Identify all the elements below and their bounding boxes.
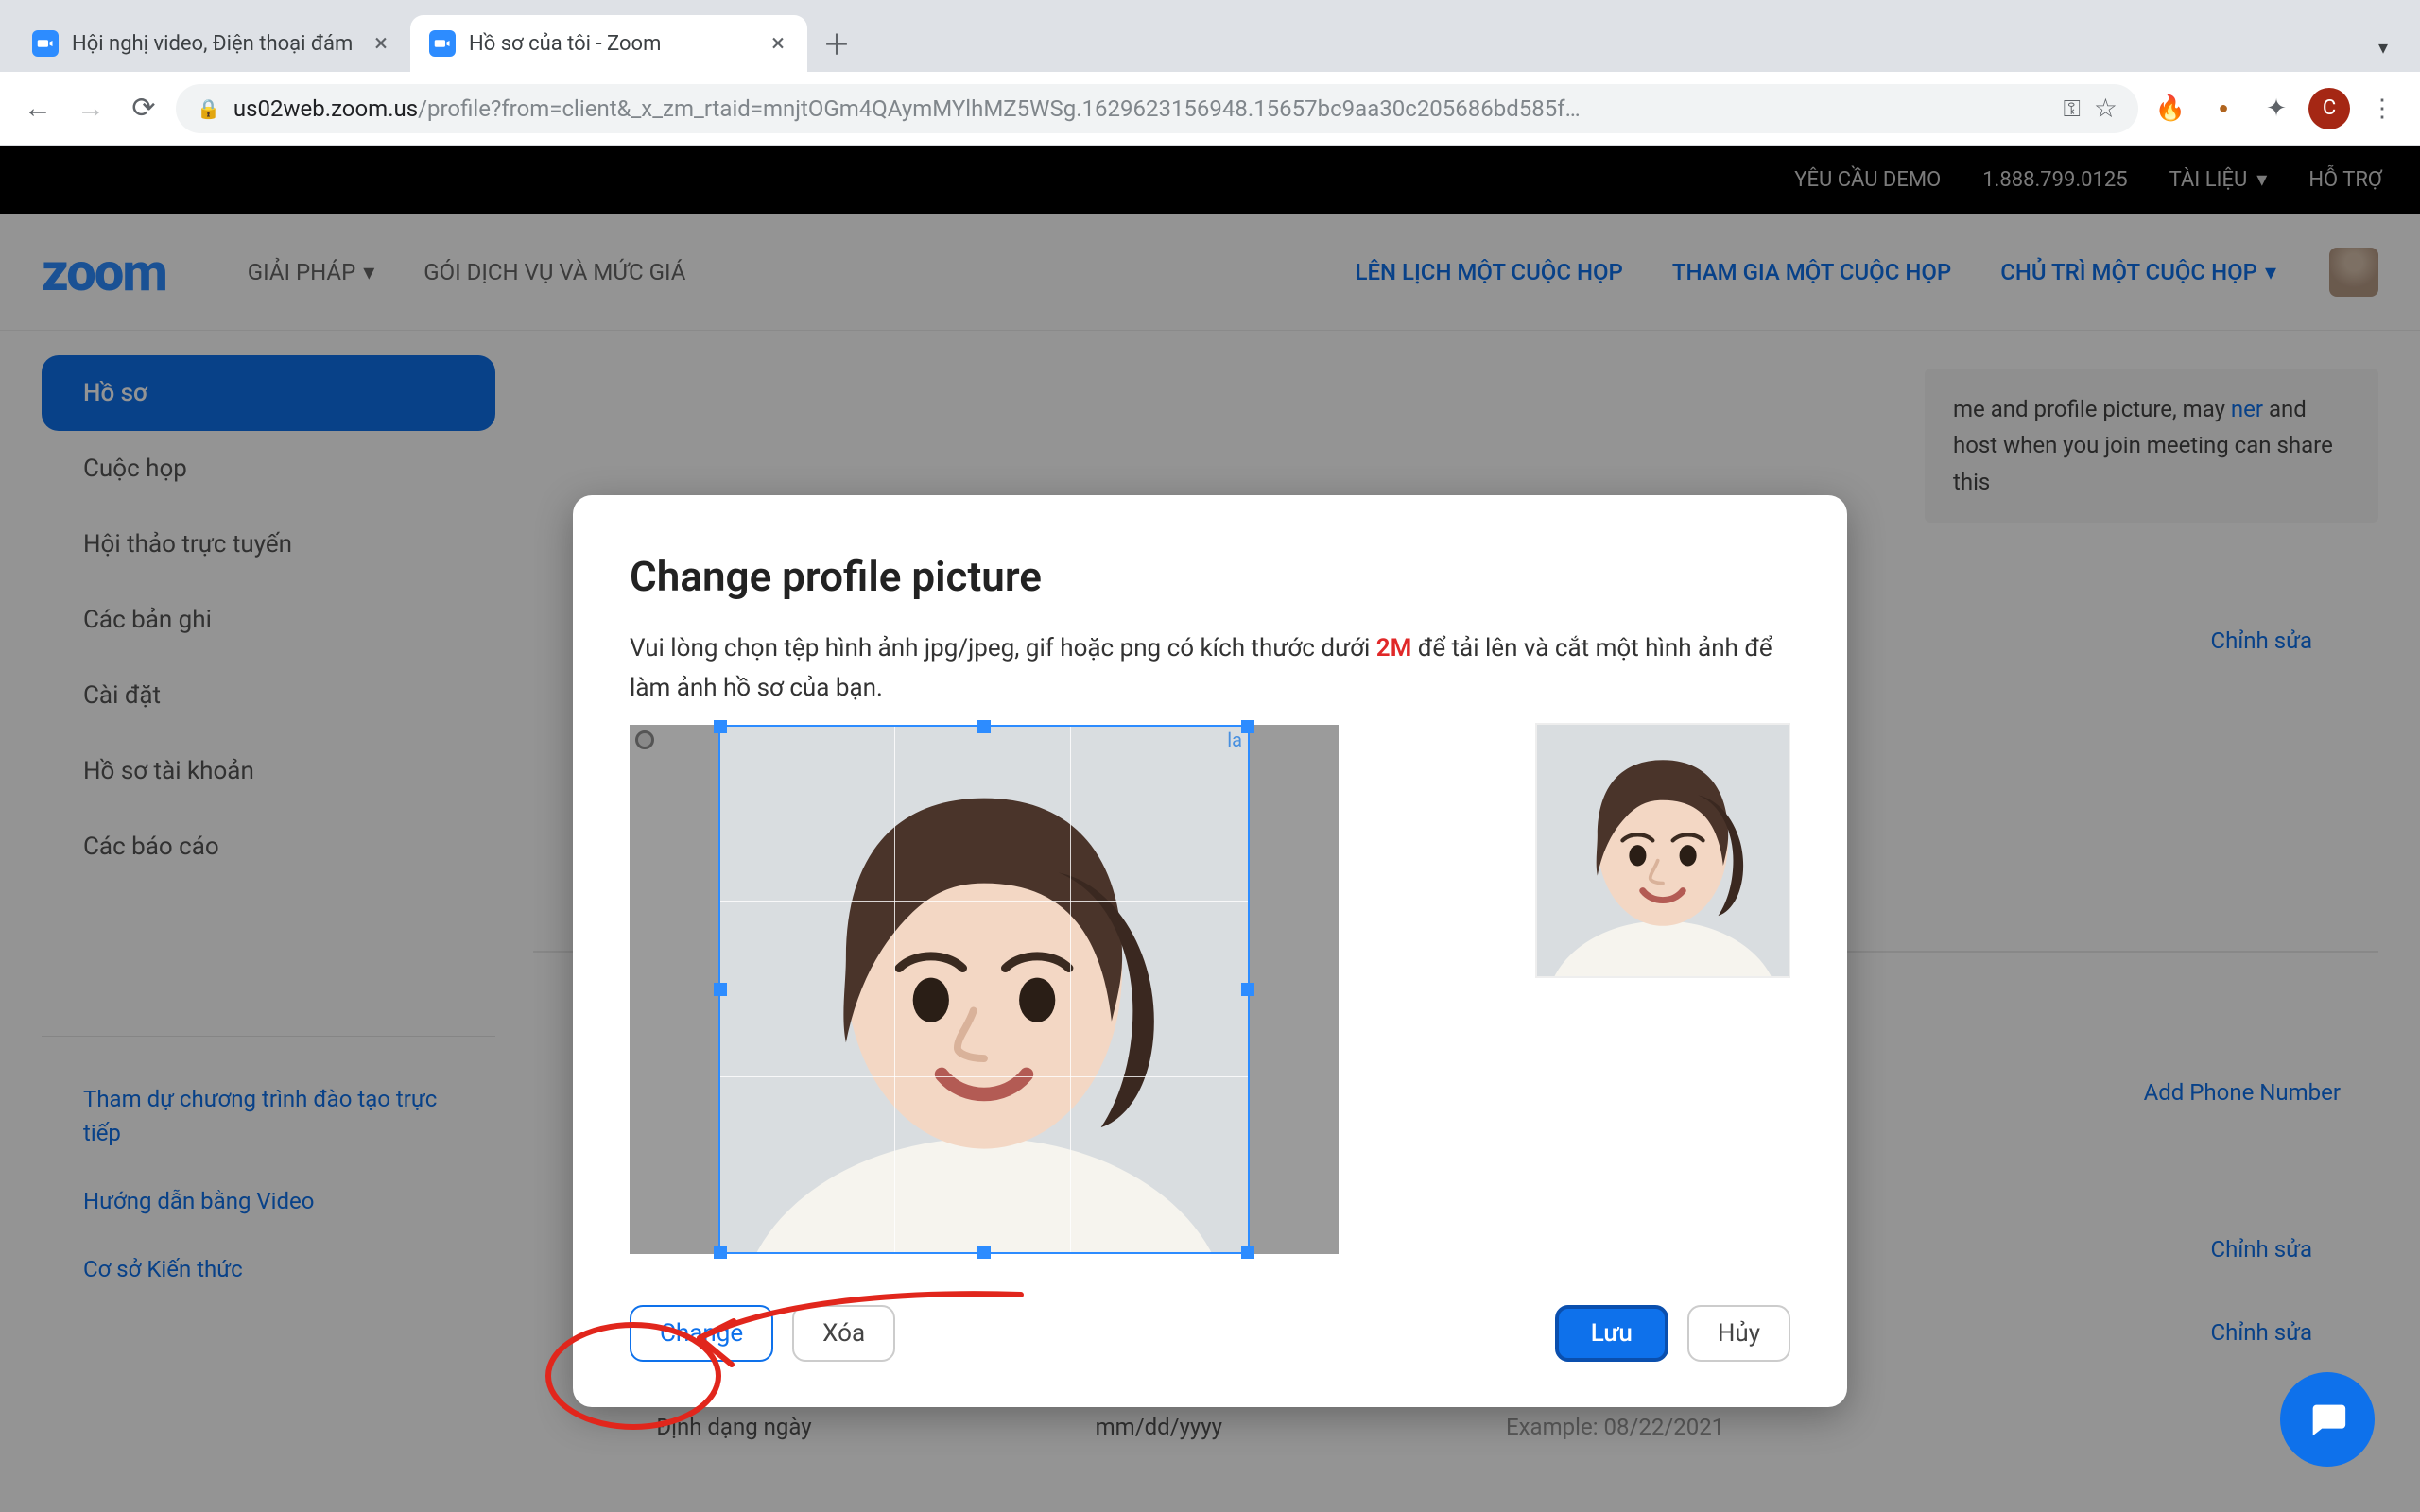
star-icon[interactable]: ☆ <box>2094 93 2118 124</box>
url-path: /profile?from=client&_x_zm_rtaid=mnjtOGm… <box>418 95 1580 122</box>
browser-tab-1[interactable]: Hồ sơ của tôi - Zoom × <box>410 15 807 72</box>
browser-tabbar: Hội nghị video, Điện thoại đám × Hồ sơ c… <box>0 0 2420 72</box>
browser-addressbar: ← → ⟳ 🔒 us02web.zoom.us/profile?from=cli… <box>0 72 2420 146</box>
crop-handle[interactable] <box>1241 1246 1254 1259</box>
change-button[interactable]: Change <box>630 1305 773 1362</box>
crop-handle[interactable] <box>1241 720 1254 733</box>
profile-avatar[interactable]: C <box>2308 88 2350 129</box>
modal-title: Change profile picture <box>630 552 1790 601</box>
crop-handle[interactable] <box>714 1246 727 1259</box>
key-icon[interactable]: ⚿ <box>2064 95 2081 122</box>
crop-handle[interactable] <box>714 983 727 996</box>
browser-tab-0[interactable]: Hội nghị video, Điện thoại đám × <box>13 15 410 72</box>
close-icon[interactable]: × <box>371 29 391 58</box>
chat-fab[interactable] <box>2280 1372 2375 1467</box>
tab-title: Hội nghị video, Điện thoại đám <box>72 32 357 56</box>
crop-handle[interactable] <box>1241 983 1254 996</box>
modal-button-row: Change Xóa Lưu Hủy <box>630 1305 1790 1362</box>
tab-title: Hồ sơ của tôi - Zoom <box>469 32 754 56</box>
back-button[interactable]: ← <box>17 88 59 129</box>
save-button[interactable]: Lưu <box>1555 1305 1668 1362</box>
zoom-favicon <box>32 30 59 57</box>
extensions-puzzle-icon[interactable]: ✦ <box>2256 88 2297 129</box>
modal-description: Vui lòng chọn tệp hình ảnh jpg/jpeg, gif… <box>630 629 1790 708</box>
tabs-overflow-icon[interactable]: ▾ <box>2378 36 2388 59</box>
change-picture-modal: Change profile picture Vui lòng chọn tệp… <box>573 495 1847 1407</box>
avatar-letter: C <box>2323 96 2336 120</box>
forward-button[interactable]: → <box>70 88 112 129</box>
menu-dots-icon[interactable]: ⋮ <box>2361 88 2403 129</box>
reload-button[interactable]: ⟳ <box>123 88 164 129</box>
omnibox[interactable]: 🔒 us02web.zoom.us/profile?from=client&_x… <box>176 84 2138 133</box>
desc-pre: Vui lòng chọn tệp hình ảnh jpg/jpeg, gif… <box>630 634 1376 662</box>
crop-selection[interactable]: la <box>718 725 1250 1254</box>
extension-icon[interactable]: ● <box>2203 88 2244 129</box>
crop-label: la <box>1227 729 1242 751</box>
crop-handle[interactable] <box>977 1246 991 1259</box>
page-viewport: YÊU CẦU DEMO 1.888.799.0125 TÀI LIỆU ▾ H… <box>0 146 2420 1512</box>
crop-handle[interactable] <box>714 720 727 733</box>
new-tab-button[interactable]: ＋ <box>813 19 860 66</box>
delete-button[interactable]: Xóa <box>792 1305 895 1362</box>
zoom-favicon <box>429 30 456 57</box>
desc-limit: 2M <box>1376 634 1412 662</box>
close-icon[interactable]: × <box>768 29 788 58</box>
crop-handle[interactable] <box>977 720 991 733</box>
cancel-button[interactable]: Hủy <box>1687 1305 1790 1362</box>
lock-icon: 🔒 <box>197 97 220 120</box>
url-host: us02web.zoom.us <box>233 95 418 122</box>
crop-preview <box>1537 725 1789 976</box>
image-cropper[interactable]: la <box>630 725 1339 1254</box>
extension-icon[interactable]: 🔥 <box>2150 88 2191 129</box>
url-text: us02web.zoom.us/profile?from=client&_x_z… <box>233 95 2050 122</box>
rotate-icon[interactable] <box>635 730 654 749</box>
chat-icon <box>2306 1398 2349 1441</box>
